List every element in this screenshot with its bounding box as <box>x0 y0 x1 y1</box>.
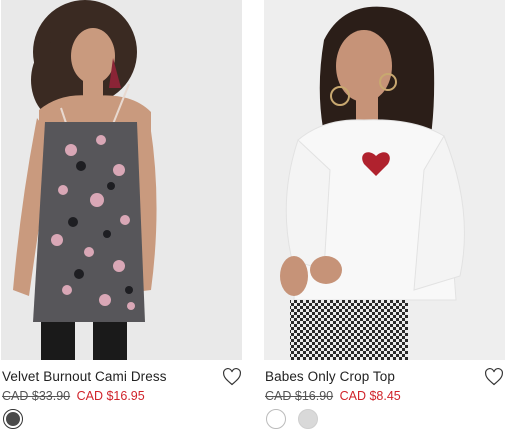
product-image[interactable] <box>1 0 242 360</box>
color-swatch-white[interactable] <box>266 409 286 429</box>
color-swatch-selected[interactable] <box>3 409 23 429</box>
original-price: CAD $33.90 <box>2 389 71 403</box>
heart-outline-icon[interactable] <box>484 367 504 387</box>
sale-price: CAD $8.45 <box>339 389 401 403</box>
product-name[interactable]: Babes Only Crop Top <box>265 369 395 384</box>
price-row: CAD $16.90 CAD $8.45 <box>265 389 401 403</box>
product-name[interactable]: Velvet Burnout Cami Dress <box>2 369 167 384</box>
heart-outline-icon[interactable] <box>222 367 242 387</box>
product-image[interactable] <box>264 0 505 360</box>
original-price: CAD $16.90 <box>265 389 334 403</box>
price-row: CAD $33.90 CAD $16.95 <box>2 389 145 403</box>
color-swatch-heather-grey[interactable] <box>298 409 318 429</box>
sale-price: CAD $16.95 <box>76 389 145 403</box>
product-card[interactable]: Velvet Burnout Cami Dress CAD $33.90 CAD… <box>1 0 242 440</box>
product-card[interactable]: Babes Only Crop Top CAD $16.90 CAD $8.45 <box>264 0 505 440</box>
